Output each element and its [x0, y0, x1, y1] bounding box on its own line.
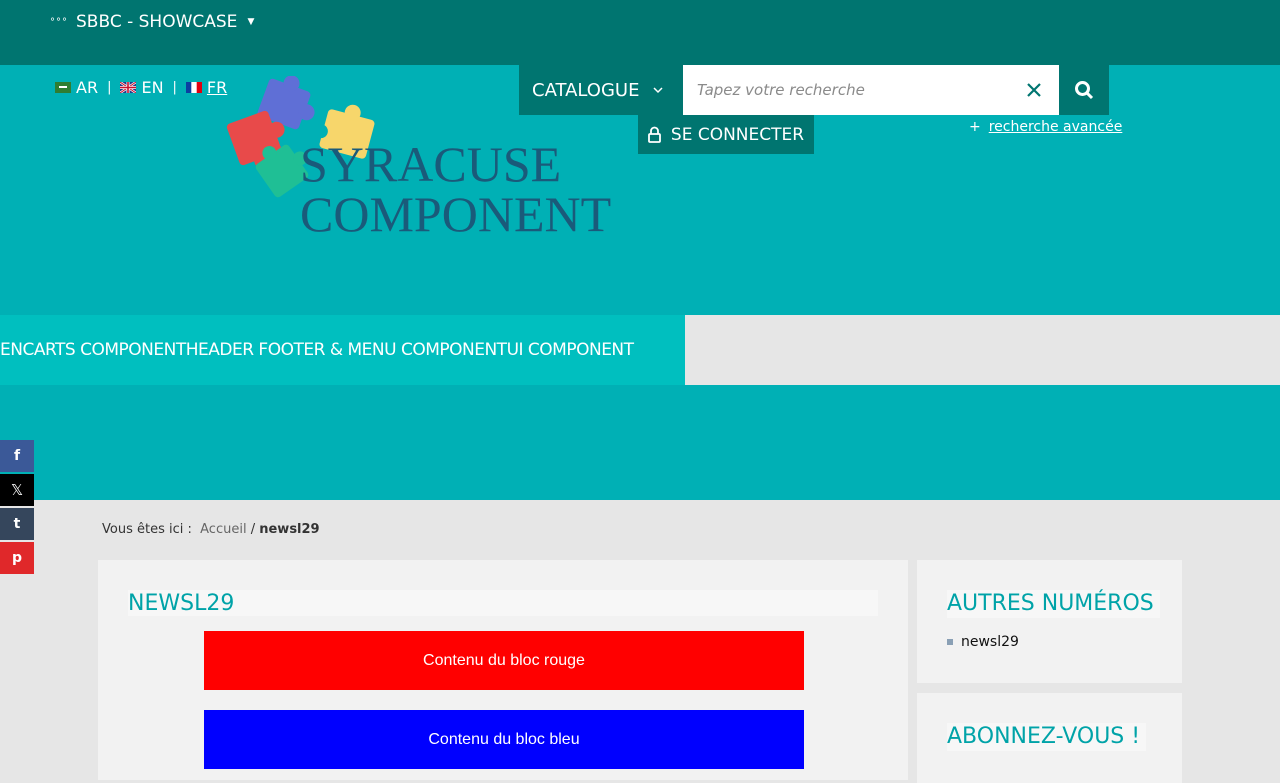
social-share-bar: f 𝕏 t p [0, 440, 34, 576]
separator: | [172, 80, 177, 95]
main-content: NEWSL29 Contenu du bloc rouge Contenu du… [98, 560, 908, 780]
nav-item-header-footer-menu[interactable]: HEADER FOOTER & MENU COMPONENT [186, 340, 507, 360]
blue-block-text: Contenu du bloc bleu [428, 730, 580, 748]
dots-icon: °°° [50, 16, 68, 28]
top-bar [0, 0, 1280, 65]
saudi-flag-icon [55, 82, 71, 93]
facebook-share-button[interactable]: f [0, 440, 34, 472]
lang-ar-label: AR [76, 78, 99, 97]
caret-down-icon: ▼ [247, 17, 255, 27]
lang-ar[interactable]: AR [55, 78, 98, 97]
separator: | [107, 80, 112, 95]
search-icon [1075, 81, 1094, 100]
breadcrumb-current: newsl29 [259, 522, 320, 537]
catalogue-dropdown[interactable]: CATALOGUE [519, 65, 683, 115]
other-issues-title: AUTRES NUMÉROS [947, 590, 1160, 618]
advanced-search-label: recherche avancée [988, 119, 1123, 135]
catalogue-label: CATALOGUE [532, 79, 640, 101]
site-switcher-dropdown[interactable]: °°° SBBC - SHOWCASE ▼ [50, 12, 254, 32]
red-block-text: Contenu du bloc rouge [423, 651, 585, 669]
other-issues-panel: AUTRES NUMÉROS newsl29 [917, 560, 1182, 683]
bullet-icon [947, 639, 953, 645]
lang-en-label: EN [141, 78, 164, 97]
language-switcher: AR | EN | FR [55, 78, 227, 97]
subscribe-panel: ABONNEZ-VOUS ! [917, 693, 1182, 783]
lock-icon [648, 126, 661, 143]
logo-line-2: COMPONENT [300, 186, 611, 242]
tumblr-share-button[interactable]: t [0, 508, 34, 540]
france-flag-icon [185, 82, 202, 93]
list-item[interactable]: newsl29 [947, 634, 1019, 650]
breadcrumb-prefix: Vous êtes ici : [102, 522, 192, 537]
pinterest-icon: p [11, 550, 23, 566]
chevron-down-icon [653, 86, 663, 93]
main-navigation: ENCARTS COMPONENT HEADER FOOTER & MENU C… [0, 315, 1280, 385]
search-input[interactable] [683, 65, 1013, 115]
banner [0, 385, 1280, 500]
pinterest-share-button[interactable]: p [0, 542, 34, 574]
page-title: NEWSL29 [128, 590, 878, 616]
red-block: Contenu du bloc rouge [204, 631, 804, 690]
clear-search-icon[interactable] [1025, 81, 1043, 99]
logo-line-1: SYRACUSE [300, 136, 561, 192]
other-issue-link: newsl29 [961, 634, 1019, 650]
login-label: SE CONNECTER [670, 124, 805, 145]
breadcrumb-separator: / [250, 522, 256, 537]
nav-item-ui[interactable]: UI COMPONENT [507, 340, 634, 360]
nav-bar: ENCARTS COMPONENT HEADER FOOTER & MENU C… [0, 315, 685, 385]
search-box [683, 65, 1059, 115]
uk-flag-icon [120, 82, 137, 93]
breadcrumb-home-link[interactable]: Accueil [200, 522, 246, 537]
search-button[interactable] [1059, 65, 1109, 115]
facebook-icon: f [13, 448, 21, 464]
site-switcher-label: SBBC - SHOWCASE [76, 12, 238, 32]
login-button[interactable]: SE CONNECTER [638, 115, 814, 154]
nav-item-encarts[interactable]: ENCARTS COMPONENT [0, 340, 186, 360]
x-share-button[interactable]: 𝕏 [0, 474, 34, 506]
plus-icon: + [969, 119, 981, 135]
subscribe-title: ABONNEZ-VOUS ! [947, 723, 1147, 751]
blue-block: Contenu du bloc bleu [204, 710, 804, 769]
advanced-search-link[interactable]: + recherche avancée [969, 119, 1122, 135]
x-icon: 𝕏 [10, 481, 24, 499]
breadcrumb: Vous êtes ici : Accueil / newsl29 [102, 522, 320, 537]
lang-en[interactable]: EN [120, 78, 164, 97]
tumblr-icon: t [13, 516, 21, 532]
